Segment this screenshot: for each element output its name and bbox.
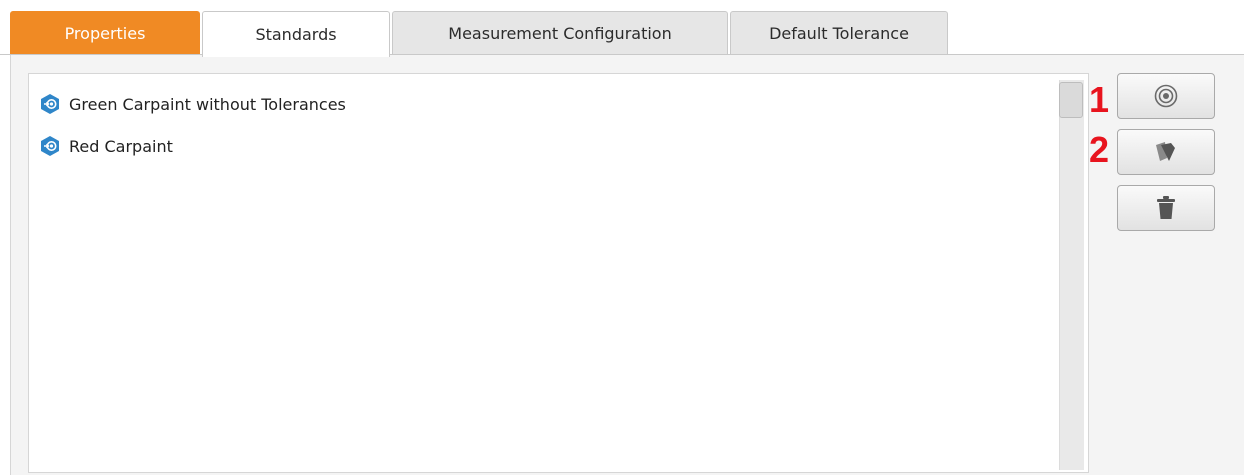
standards-list[interactable]: Green Carpaint without Tolerances Red Ca… (28, 73, 1089, 473)
list-item[interactable]: Green Carpaint without Tolerances (39, 91, 346, 117)
target-icon (1154, 84, 1178, 108)
trash-icon (1157, 196, 1175, 219)
tab-standards[interactable]: Standards (202, 11, 390, 57)
tab-default-tolerance[interactable]: Default Tolerance (730, 11, 948, 55)
standard-icon (41, 94, 59, 114)
scrollbar-thumb[interactable] (1059, 82, 1083, 118)
standard-icon (41, 136, 59, 156)
tab-measurement-configuration[interactable]: Measurement Configuration (392, 11, 728, 55)
list-item-label: Green Carpaint without Tolerances (69, 94, 346, 114)
marker-2: 2 (1089, 129, 1110, 170)
list-scrollbar[interactable] (1059, 80, 1084, 470)
marker-1: 1 (1089, 79, 1110, 120)
color-library-button[interactable] (1117, 129, 1215, 175)
swatch-cards-icon (1156, 142, 1175, 161)
measure-standard-button[interactable] (1117, 73, 1215, 119)
tab-bar: Properties Standards Measurement Configu… (0, 0, 1244, 57)
delete-button[interactable] (1117, 185, 1215, 231)
list-item[interactable]: Red Carpaint (39, 133, 173, 159)
list-item-label: Red Carpaint (69, 136, 173, 156)
tab-properties[interactable]: Properties (10, 11, 200, 55)
